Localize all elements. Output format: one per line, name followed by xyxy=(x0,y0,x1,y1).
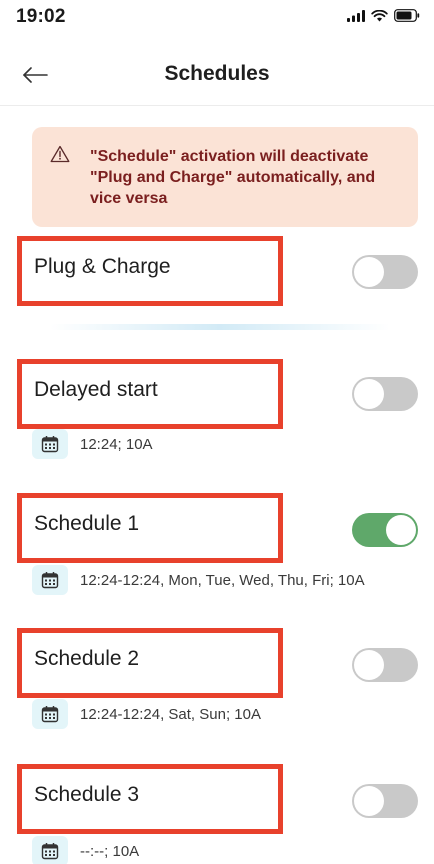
cellular-signal-icon xyxy=(347,9,365,22)
page-title: Schedules xyxy=(164,62,270,85)
schedule-1-label-box: Schedule 1 xyxy=(17,493,283,563)
calendar-icon xyxy=(32,565,68,595)
warning-banner: "Schedule" activation will deactivate "P… xyxy=(32,127,418,227)
toggle-knob xyxy=(386,515,416,545)
schedule-3-detail: --:--; 10A xyxy=(32,836,139,864)
delayed-start-label: Delayed start xyxy=(34,378,158,401)
calendar-icon xyxy=(32,429,68,459)
schedule-2-detail: 12:24-12:24, Sat, Sun; 10A xyxy=(32,699,261,729)
warning-triangle-icon xyxy=(50,145,70,163)
delayed-start-detail-text: 12:24; 10A xyxy=(80,435,153,453)
delayed-start-toggle[interactable] xyxy=(352,377,418,411)
plug-charge-toggle[interactable] xyxy=(352,255,418,289)
wifi-icon xyxy=(371,9,388,21)
schedule-1-label: Schedule 1 xyxy=(34,512,140,535)
calendar-icon xyxy=(32,699,68,729)
toggle-knob xyxy=(354,257,384,287)
schedule-2-label-box: Schedule 2 xyxy=(17,628,283,698)
schedule-1-detail-text: 12:24-12:24, Mon, Tue, Wed, Thu, Fri; 10… xyxy=(80,571,365,589)
delayed-start-label-box: Delayed start xyxy=(17,359,283,429)
status-icons xyxy=(347,9,420,22)
schedule-2-toggle[interactable] xyxy=(352,648,418,682)
plug-charge-label-box: Plug & Charge xyxy=(17,236,283,306)
plug-charge-label: Plug & Charge xyxy=(34,255,171,278)
schedule-1-toggle[interactable] xyxy=(352,513,418,547)
warning-text: "Schedule" activation will deactivate "P… xyxy=(90,148,376,207)
nav-bar: Schedules xyxy=(0,44,434,106)
schedule-3-detail-text: --:--; 10A xyxy=(80,842,140,860)
delayed-start-detail: 12:24; 10A xyxy=(32,429,153,459)
calendar-icon xyxy=(32,836,68,864)
schedule-2-label: Schedule 2 xyxy=(34,647,140,670)
status-time: 19:02 xyxy=(16,6,66,27)
toggle-knob xyxy=(354,786,384,816)
section-divider xyxy=(50,324,390,330)
schedule-1-detail: 12:24-12:24, Mon, Tue, Wed, Thu, Fri; 10… xyxy=(32,565,365,595)
toggle-knob xyxy=(354,379,384,409)
schedule-2-detail-text: 12:24-12:24, Sat, Sun; 10A xyxy=(80,705,261,723)
schedule-3-label: Schedule 3 xyxy=(34,783,140,806)
toggle-knob xyxy=(354,650,384,680)
schedule-3-label-box: Schedule 3 xyxy=(17,764,283,834)
battery-icon xyxy=(394,9,420,22)
schedule-3-toggle[interactable] xyxy=(352,784,418,818)
status-bar: 19:02 xyxy=(0,0,434,34)
